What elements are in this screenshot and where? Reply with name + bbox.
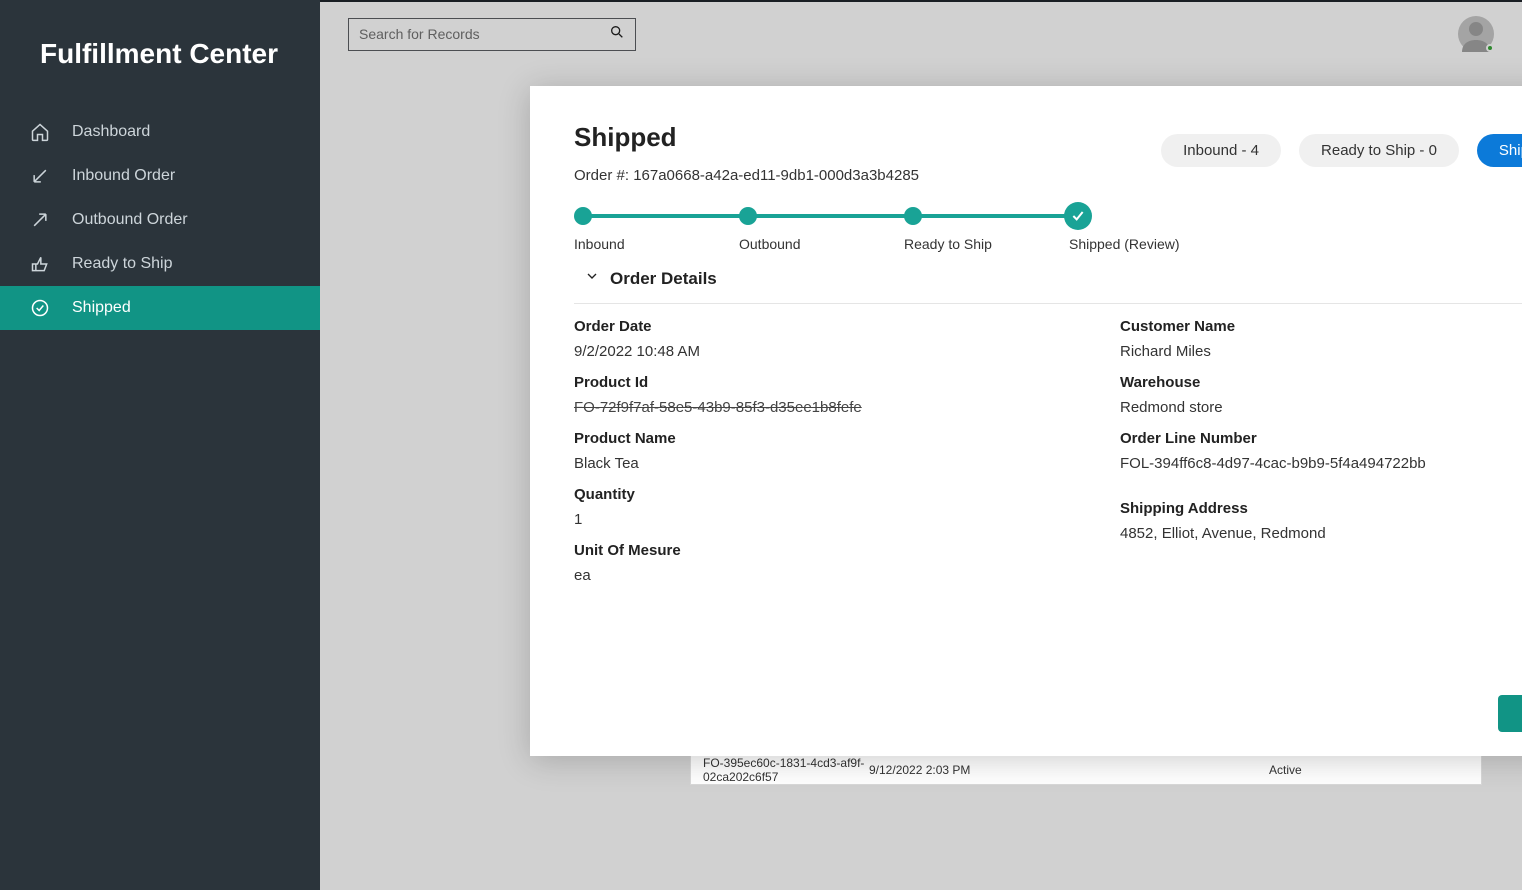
main: FO-395ec60c-1831-4cd3-af9f-02ca202c6f57 …	[320, 0, 1522, 890]
chip-inbound[interactable]: Inbound - 4	[1161, 134, 1281, 167]
sidebar-item-label: Shipped	[72, 299, 131, 317]
sidebar-item-dashboard[interactable]: Dashboard	[0, 110, 320, 154]
value-uom: ea	[574, 567, 1060, 584]
order-label: Order #:	[574, 167, 633, 184]
sidebar-item-label: Inbound Order	[72, 167, 175, 185]
value-product-name: Black Tea	[574, 455, 1060, 472]
brand-title: Fulfillment Center	[0, 0, 320, 110]
finish-button[interactable]: Finish	[1498, 695, 1522, 732]
sidebar-item-label: Dashboard	[72, 123, 150, 141]
bg-order-id: FO-395ec60c-1831-4cd3-af9f-02ca202c6f57	[703, 756, 869, 784]
step-label: Ready to Ship	[904, 236, 1069, 252]
check-circle-icon	[28, 296, 52, 320]
value-product-id: FO-72f9f7af-58e5-43b9-85f3-d35ee1b8fefe	[574, 399, 1060, 416]
value-warehouse: Redmond store	[1120, 399, 1522, 416]
arrow-out-icon	[28, 208, 52, 232]
label-quantity: Quantity	[574, 486, 1060, 503]
stepper: Inbound Outbound Ready to Ship Shipped (…	[574, 216, 1522, 252]
order-details-toggle[interactable]: Order Details	[574, 268, 1522, 289]
bg-order-date: 9/12/2022 2:03 PM	[869, 763, 1269, 777]
sidebar-item-label: Outbound Order	[72, 211, 188, 229]
sidebar: Fulfillment Center Dashboard Inbound Ord…	[0, 0, 320, 890]
chevron-down-icon	[584, 268, 600, 289]
nav: Dashboard Inbound Order Outbound Order R…	[0, 110, 320, 330]
step-check-icon	[1064, 202, 1092, 230]
label-uom: Unit Of Mesure	[574, 542, 1060, 559]
label-address: Shipping Address	[1120, 500, 1522, 517]
home-icon	[28, 120, 52, 144]
modal-subtitle: Order #: 167a0668-a42a-ed11-9db1-000d3a3…	[574, 167, 919, 184]
step-label: Outbound	[739, 236, 904, 252]
thumbs-up-icon	[28, 252, 52, 276]
value-order-date: 9/2/2022 10:48 AM	[574, 343, 1060, 360]
modal-title: Shipped	[574, 122, 919, 153]
step-shipped[interactable]: Shipped (Review)	[1069, 216, 1209, 252]
value-address: 4852, Elliot, Avenue, Redmond	[1120, 525, 1522, 542]
step-inbound[interactable]: Inbound	[574, 216, 739, 252]
sidebar-item-label: Ready to Ship	[72, 255, 173, 273]
arrow-in-icon	[28, 164, 52, 188]
value-quantity: 1	[574, 511, 1060, 528]
bg-order-status: Active	[1269, 763, 1469, 777]
section-title: Order Details	[610, 269, 717, 289]
sidebar-item-inbound[interactable]: Inbound Order	[0, 154, 320, 198]
label-line-number: Order Line Number	[1120, 430, 1522, 447]
order-modal: Shipped Order #: 167a0668-a42a-ed11-9db1…	[530, 86, 1522, 756]
value-line-number: FOL-394ff6c8-4d97-4cac-b9b9-5f4a494722bb	[1120, 455, 1522, 472]
chip-ready[interactable]: Ready to Ship - 0	[1299, 134, 1459, 167]
label-product-id: Product Id	[574, 374, 1060, 391]
step-label: Shipped (Review)	[1069, 236, 1209, 252]
label-customer: Customer Name	[1120, 318, 1522, 335]
table-row[interactable]: FO-395ec60c-1831-4cd3-af9f-02ca202c6f57 …	[690, 755, 1482, 785]
step-outbound[interactable]: Outbound	[739, 216, 904, 252]
sidebar-item-outbound[interactable]: Outbound Order	[0, 198, 320, 242]
step-ready[interactable]: Ready to Ship	[904, 216, 1069, 252]
label-warehouse: Warehouse	[1120, 374, 1522, 391]
sidebar-item-shipped[interactable]: Shipped	[0, 286, 320, 330]
order-number: 167a0668-a42a-ed11-9db1-000d3a3b4285	[633, 167, 919, 184]
step-label: Inbound	[574, 236, 739, 252]
chip-shipped[interactable]: Shipped - 12	[1477, 134, 1522, 167]
value-customer: Richard Miles	[1120, 343, 1522, 360]
label-order-date: Order Date	[574, 318, 1060, 335]
sidebar-item-ready[interactable]: Ready to Ship	[0, 242, 320, 286]
label-product-name: Product Name	[574, 430, 1060, 447]
